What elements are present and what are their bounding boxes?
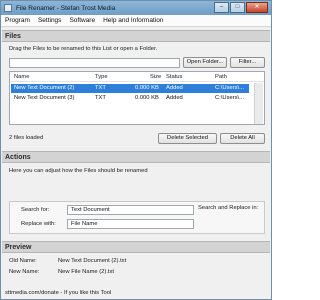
window-title: File Renamer - Stefan Trost Media (16, 4, 116, 12)
row-status: Added (166, 95, 183, 101)
search-replace-panel: Search for: Text Document Replace with: … (9, 201, 265, 234)
menu-settings[interactable]: Settings (38, 17, 62, 24)
title-bar[interactable]: File Renamer - Stefan Trost Media – □ ✕ (1, 1, 271, 15)
search-input[interactable]: Text Document (67, 205, 194, 215)
maximize-icon[interactable]: □ (230, 2, 245, 13)
row-size: 0.000 KB (135, 95, 159, 101)
files-heading: Files (2, 30, 270, 42)
row-path: C:\Users\... (215, 95, 244, 101)
open-folder-button[interactable]: Open Folder... (183, 57, 227, 68)
old-name-value: New Text Document (2).txt (58, 258, 127, 264)
row-name: New Text Document (2) (14, 85, 75, 91)
menu-bar: Program Settings Software Help and Infor… (1, 15, 271, 27)
row-name: New Text Document (3) (14, 95, 75, 101)
file-list-header: Name Type Size Status Path (10, 72, 264, 82)
preview-heading: Preview (2, 241, 270, 253)
new-name-value: New File Name (2).txt (58, 269, 115, 275)
menu-software[interactable]: Software (69, 17, 95, 24)
file-list[interactable]: Name Type Size Status Path New Text Docu… (9, 71, 265, 125)
close-icon[interactable]: ✕ (246, 2, 268, 13)
status-bar[interactable]: sttmedia.com/donate - If you like this T… (2, 288, 270, 299)
search-label: Search for: (21, 207, 50, 213)
replace-input[interactable]: File Name (67, 219, 194, 229)
row-type: TXT (95, 85, 106, 91)
replace-label: Replace with: (21, 221, 56, 227)
menu-program[interactable]: Program (5, 17, 30, 24)
old-name-label: Old Name: (9, 258, 37, 264)
files-instruction: Drag the Files to be renamed to this Lis… (9, 46, 158, 52)
window-controls: – □ ✕ (214, 2, 268, 13)
app-icon (4, 4, 12, 12)
column-name[interactable]: Name (14, 74, 29, 80)
table-row[interactable]: New Text Document (2) TXT 0.000 KB Added… (11, 84, 249, 93)
column-path[interactable]: Path (215, 74, 227, 80)
search-replace-in-label: Search and Replace in: (198, 205, 259, 211)
table-row[interactable]: New Text Document (3) TXT 0.000 KB Added… (11, 94, 249, 103)
new-name-label: New Name: (9, 269, 40, 275)
row-status: Added (166, 85, 183, 91)
file-list-scrollbar[interactable] (254, 83, 263, 124)
files-loaded-count: 2 files loaded (9, 135, 44, 141)
minimize-icon[interactable]: – (214, 2, 229, 13)
folder-path-input[interactable] (9, 58, 180, 68)
delete-all-button[interactable]: Delete All (220, 133, 265, 144)
row-type: TXT (95, 95, 106, 101)
delete-selected-button[interactable]: Delete Selected (158, 133, 217, 144)
menu-help[interactable]: Help and Information (103, 17, 163, 24)
actions-description: Here you can adjust how the Files should… (9, 168, 148, 174)
row-size: 0.000 KB (135, 85, 159, 91)
column-size[interactable]: Size (150, 74, 161, 80)
app-window: File Renamer - Stefan Trost Media – □ ✕ … (0, 0, 272, 300)
column-type[interactable]: Type (95, 74, 108, 80)
column-status[interactable]: Status (166, 74, 182, 80)
actions-heading: Actions (2, 151, 270, 163)
row-path: C:\Users\... (215, 85, 244, 91)
filter-button[interactable]: Filter... (230, 57, 265, 68)
